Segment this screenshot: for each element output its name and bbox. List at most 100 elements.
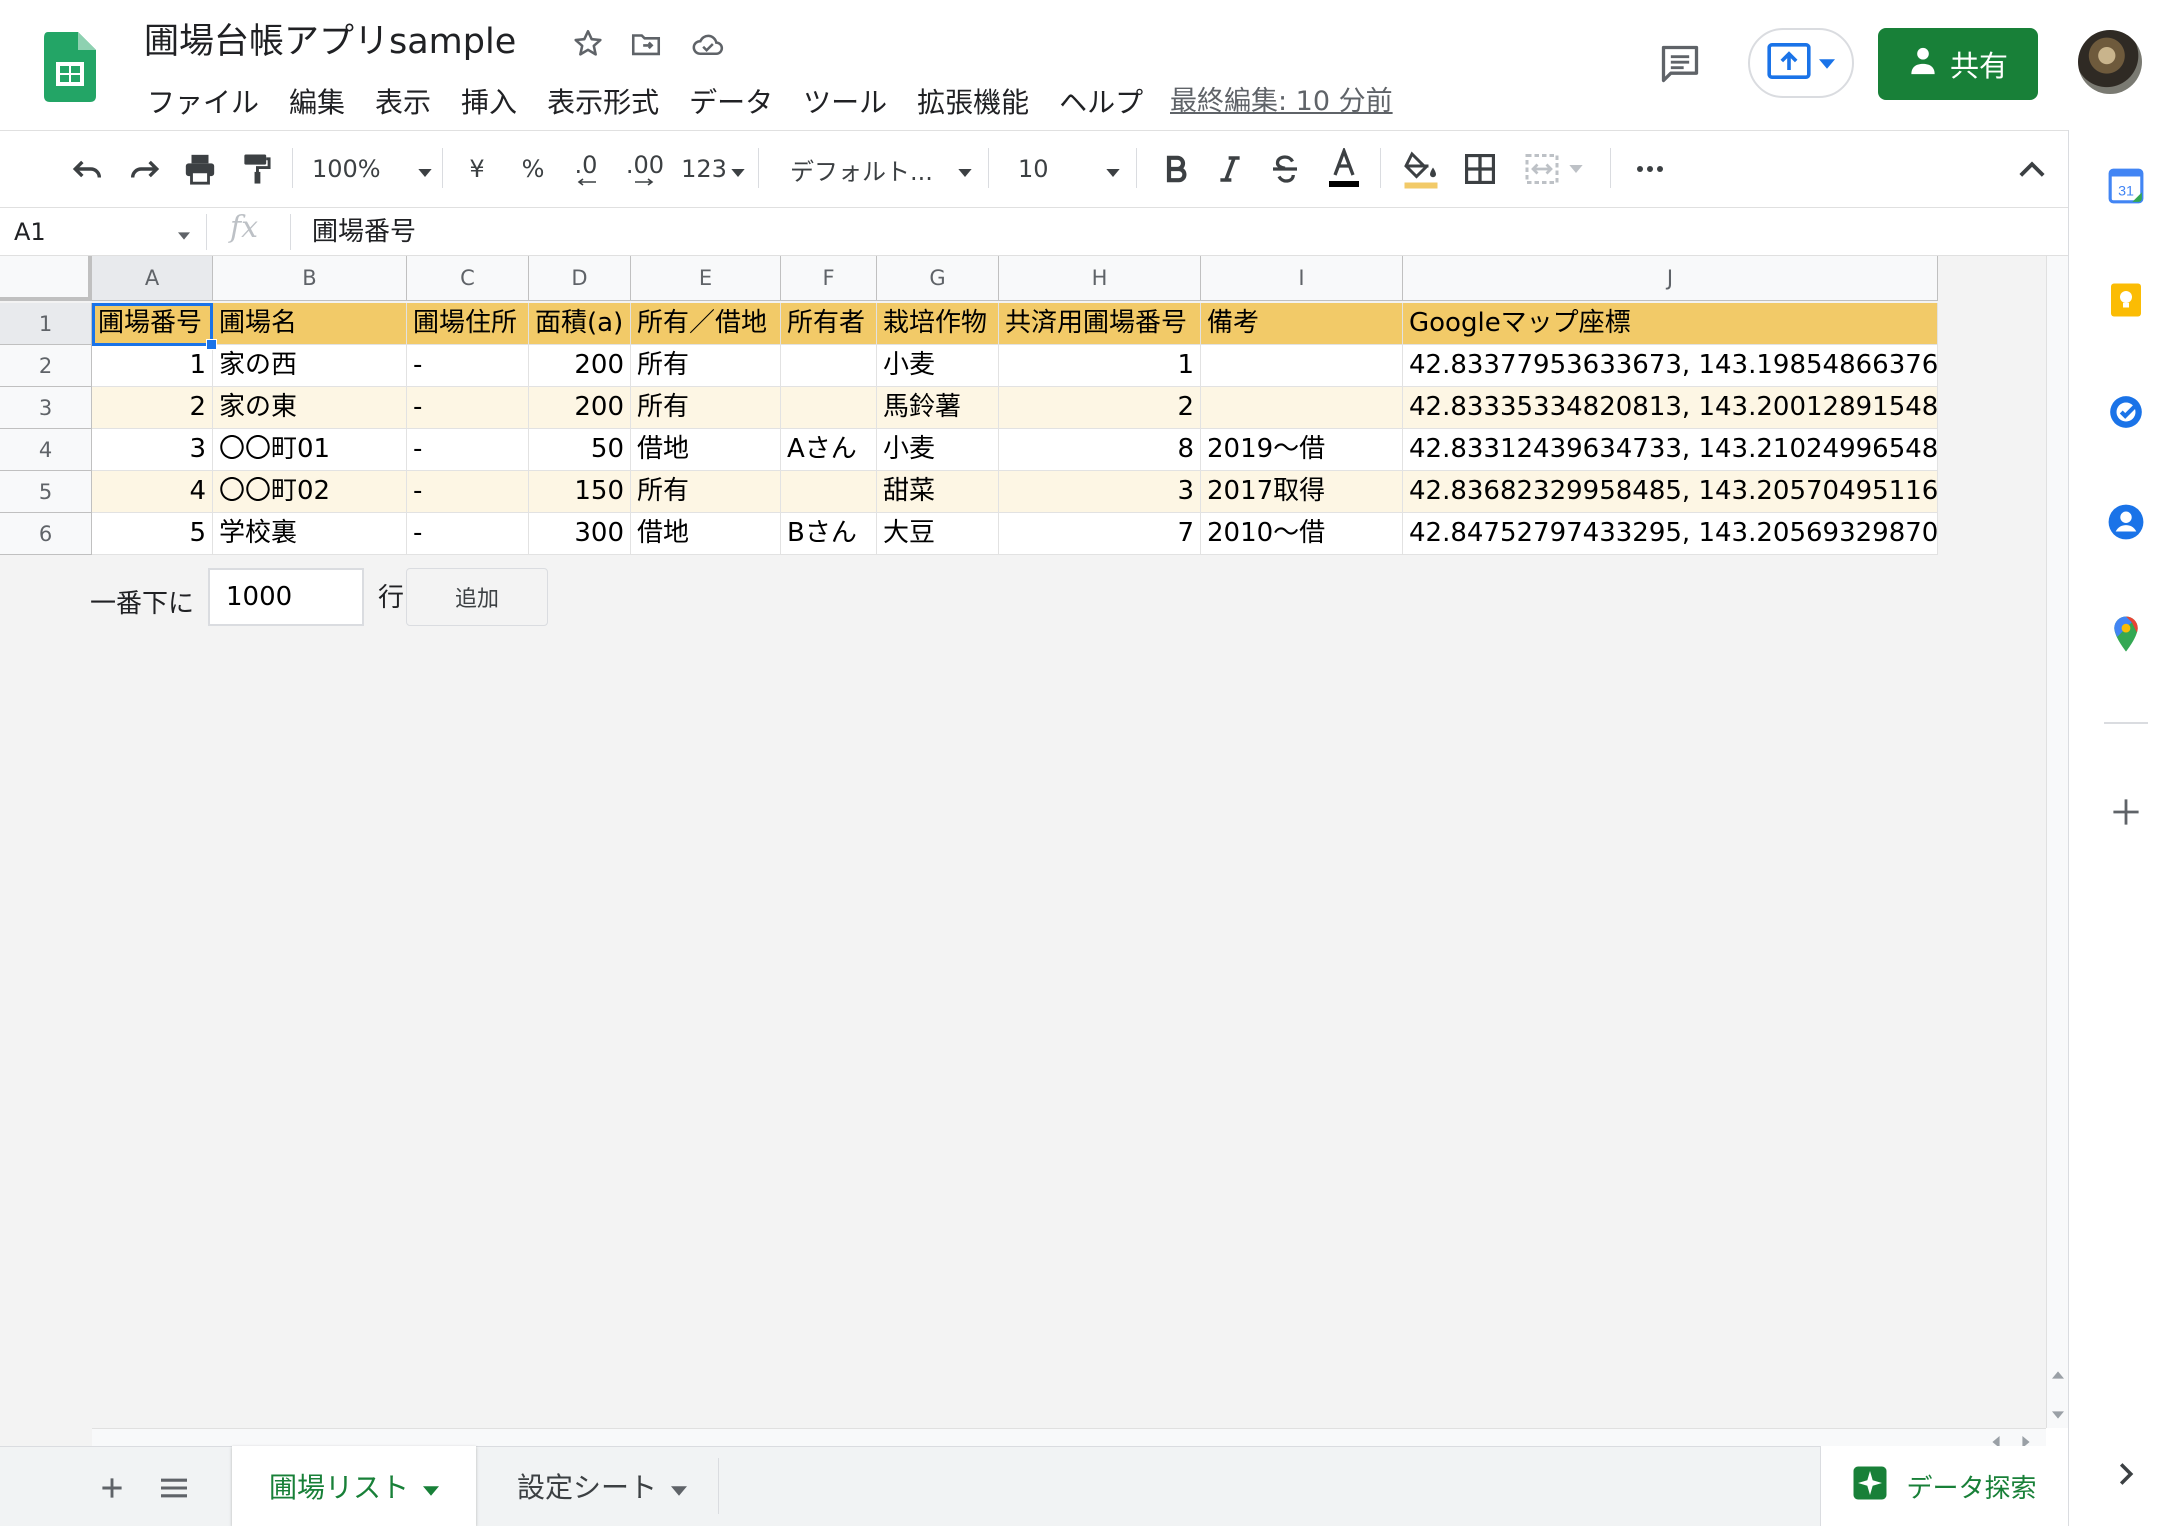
all-sheets-icon[interactable] (154, 1468, 194, 1508)
table-cell[interactable] (1201, 387, 1403, 429)
table-cell[interactable]: 借地 (631, 513, 781, 555)
column-header[interactable]: I (1201, 256, 1403, 301)
table-cell[interactable]: 42.83682329958485, 143.20570495116934 (1403, 471, 1938, 513)
table-cell[interactable]: 学校裏 (213, 513, 407, 555)
table-cell[interactable]: 2010〜借 (1201, 513, 1403, 555)
column-header[interactable]: E (631, 256, 781, 301)
move-folder-icon[interactable] (626, 24, 666, 64)
table-cell[interactable]: 300 (529, 513, 631, 555)
add-rows-button[interactable]: 追加 (406, 568, 548, 626)
menu-insert[interactable]: 挿入 (446, 81, 532, 125)
cloud-saved-icon[interactable] (688, 24, 728, 64)
document-title[interactable]: 圃場台帳アプリsample (144, 18, 516, 66)
table-cell[interactable]: 2 (92, 387, 213, 429)
strikethrough-icon[interactable] (1264, 146, 1306, 192)
table-cell[interactable]: 小麦 (877, 429, 999, 471)
row-header[interactable]: 4 (0, 429, 92, 471)
font-select[interactable]: デフォルト... (790, 146, 972, 192)
column-header[interactable]: D (529, 256, 631, 301)
table-cell[interactable] (781, 387, 877, 429)
table-cell[interactable]: 小麦 (877, 345, 999, 387)
decrease-decimal-button[interactable]: .0 (566, 146, 606, 192)
menu-view[interactable]: 表示 (360, 81, 446, 125)
header-cell[interactable]: 共済用圃場番号 (999, 303, 1201, 345)
menu-format[interactable]: 表示形式 (532, 81, 674, 125)
table-cell[interactable]: 4 (92, 471, 213, 513)
contacts-icon[interactable] (2104, 500, 2148, 544)
row-header[interactable]: 5 (0, 471, 92, 513)
table-cell[interactable]: - (407, 429, 529, 471)
table-cell[interactable]: 8 (999, 429, 1201, 471)
table-cell[interactable]: 家の東 (213, 387, 407, 429)
column-header[interactable]: G (877, 256, 999, 301)
table-cell[interactable]: 2 (999, 387, 1201, 429)
maps-icon[interactable] (2104, 612, 2148, 656)
menu-data[interactable]: データ (674, 81, 788, 125)
calendar-icon[interactable]: 31 (2104, 164, 2148, 208)
explore-button[interactable]: データ探索 (1820, 1446, 2068, 1526)
table-cell[interactable]: 42.83377953633673, 143.19854866376153 (1403, 345, 1938, 387)
table-cell[interactable]: 150 (529, 471, 631, 513)
table-cell[interactable]: 〇〇町01 (213, 429, 407, 471)
sheets-logo-icon[interactable] (44, 32, 96, 102)
fill-handle[interactable] (206, 339, 217, 350)
increase-decimal-button[interactable]: .00 (620, 146, 670, 192)
horizontal-scrollbar[interactable] (92, 1428, 2046, 1448)
row-header[interactable]: 2 (0, 345, 92, 387)
table-cell[interactable]: 〇〇町02 (213, 471, 407, 513)
undo-icon[interactable] (66, 146, 110, 192)
table-cell[interactable]: 3 (999, 471, 1201, 513)
column-header[interactable]: C (407, 256, 529, 301)
collapse-icon[interactable] (2010, 146, 2054, 192)
italic-icon[interactable] (1210, 146, 1250, 192)
header-cell[interactable]: 圃場名 (213, 303, 407, 345)
borders-icon[interactable] (1458, 146, 1502, 192)
table-cell[interactable]: 所有 (631, 345, 781, 387)
row-header[interactable]: 1 (0, 303, 92, 345)
header-cell[interactable]: 所有者 (781, 303, 877, 345)
table-cell[interactable]: 家の西 (213, 345, 407, 387)
table-cell[interactable]: 2019〜借 (1201, 429, 1403, 471)
currency-format-button[interactable]: ¥ (460, 146, 494, 192)
menu-tools[interactable]: ツール (788, 81, 902, 125)
more-formats-button[interactable]: 123 (680, 146, 746, 192)
avatar[interactable] (2078, 30, 2142, 94)
paint-format-icon[interactable] (234, 146, 278, 192)
table-cell[interactable]: 7 (999, 513, 1201, 555)
expand-panel-icon[interactable] (2104, 1452, 2148, 1496)
menu-file[interactable]: ファイル (132, 81, 274, 125)
tasks-icon[interactable] (2104, 390, 2148, 434)
merge-cells-icon[interactable] (1516, 146, 1592, 192)
table-cell[interactable]: - (407, 471, 529, 513)
percent-format-button[interactable]: % (516, 146, 550, 192)
table-cell[interactable]: 1 (999, 345, 1201, 387)
add-sheet-icon[interactable] (92, 1468, 132, 1508)
menu-extensions[interactable]: 拡張機能 (902, 81, 1044, 125)
table-cell[interactable]: Aさん (781, 429, 877, 471)
text-color-icon[interactable] (1322, 146, 1366, 192)
column-header[interactable]: F (781, 256, 877, 301)
table-cell[interactable]: 借地 (631, 429, 781, 471)
table-cell[interactable]: 1 (92, 345, 213, 387)
table-cell[interactable]: - (407, 513, 529, 555)
sheet-tab-settings[interactable]: 設定シート (486, 1446, 718, 1526)
header-cell[interactable]: 所有／借地 (631, 303, 781, 345)
redo-icon[interactable] (122, 146, 166, 192)
table-cell[interactable]: 200 (529, 387, 631, 429)
column-header[interactable]: H (999, 256, 1201, 301)
table-cell[interactable]: 所有 (631, 387, 781, 429)
column-header[interactable]: J (1403, 256, 1938, 301)
comments-icon[interactable] (1652, 36, 1708, 92)
header-cell[interactable]: 栽培作物 (877, 303, 999, 345)
plus-icon[interactable] (2104, 790, 2148, 834)
name-box[interactable]: A1 (14, 212, 194, 252)
menu-help[interactable]: ヘルプ (1044, 81, 1158, 125)
sheet-tab-field-list[interactable]: 圃場リスト (232, 1446, 476, 1526)
table-cell[interactable]: - (407, 345, 529, 387)
fill-color-icon[interactable] (1398, 146, 1444, 192)
row-header[interactable]: 3 (0, 387, 92, 429)
select-all-corner[interactable] (0, 256, 92, 301)
print-icon[interactable] (178, 146, 222, 192)
table-cell[interactable]: 3 (92, 429, 213, 471)
add-rows-count-input[interactable] (208, 568, 364, 626)
